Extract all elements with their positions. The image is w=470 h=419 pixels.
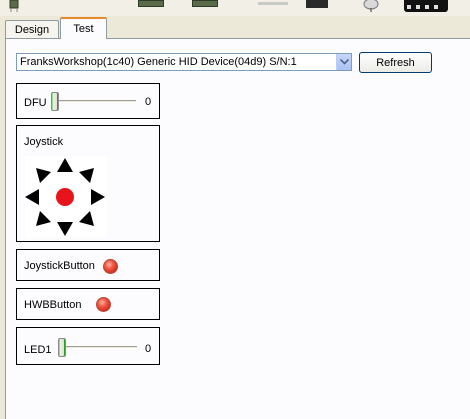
tab-test[interactable]: Test [60,17,107,39]
component-toolbar [0,0,470,16]
connector-icon[interactable] [258,2,288,5]
board-icon[interactable] [192,0,218,7]
arrow-up-left-icon [36,168,51,183]
arrow-down-right-icon [79,211,94,226]
round-component-icon[interactable] [362,0,380,12]
hwb-button-label: HWBButton [24,299,82,311]
tab-design[interactable]: Design [5,20,59,38]
hwb-button-group: HWBButton [16,288,160,320]
test-panel: FranksWorkshop(1c40) Generic HID Device(… [5,38,470,419]
led1-value: 0 [145,343,152,355]
dfu-value: 0 [145,96,152,108]
chip-icon[interactable] [7,0,21,14]
dfu-slider-thumb[interactable] [51,92,59,111]
chevron-down-icon[interactable] [336,54,351,70]
arrow-up-right-icon [79,168,94,183]
dfu-group: DFU 0 [16,83,160,119]
led1-group: LED1 0 [16,327,160,365]
dfu-label: DFU [24,97,47,109]
arrow-left-icon [25,189,39,205]
joystick-group: Joystick [16,125,160,242]
black-component-icon[interactable] [306,0,328,8]
dfu-track[interactable] [54,100,136,103]
board-icon[interactable] [138,0,164,7]
joystick-button-label: JoystickButton [24,260,95,272]
joystick-pad[interactable] [25,156,106,238]
arrow-down-left-icon [36,211,51,226]
joystick-button-led [103,259,118,274]
arrow-down-icon [57,222,73,236]
joystick-button-group: JoystickButton [16,249,160,281]
joystick-center-indicator [56,188,74,206]
arrow-right-icon [91,189,105,205]
refresh-button[interactable]: Refresh [359,52,432,73]
device-select-value: FranksWorkshop(1c40) Generic HID Device(… [20,56,297,68]
led1-slider-thumb[interactable] [58,338,66,357]
display-icon[interactable] [404,0,448,12]
arrow-up-icon [57,158,73,172]
led1-label: LED1 [24,344,52,356]
device-select[interactable]: FranksWorkshop(1c40) Generic HID Device(… [16,53,352,71]
hwb-button-led [96,297,111,312]
tab-bar: Design Test [0,16,470,39]
joystick-label: Joystick [24,136,64,148]
led1-track[interactable] [61,346,137,349]
